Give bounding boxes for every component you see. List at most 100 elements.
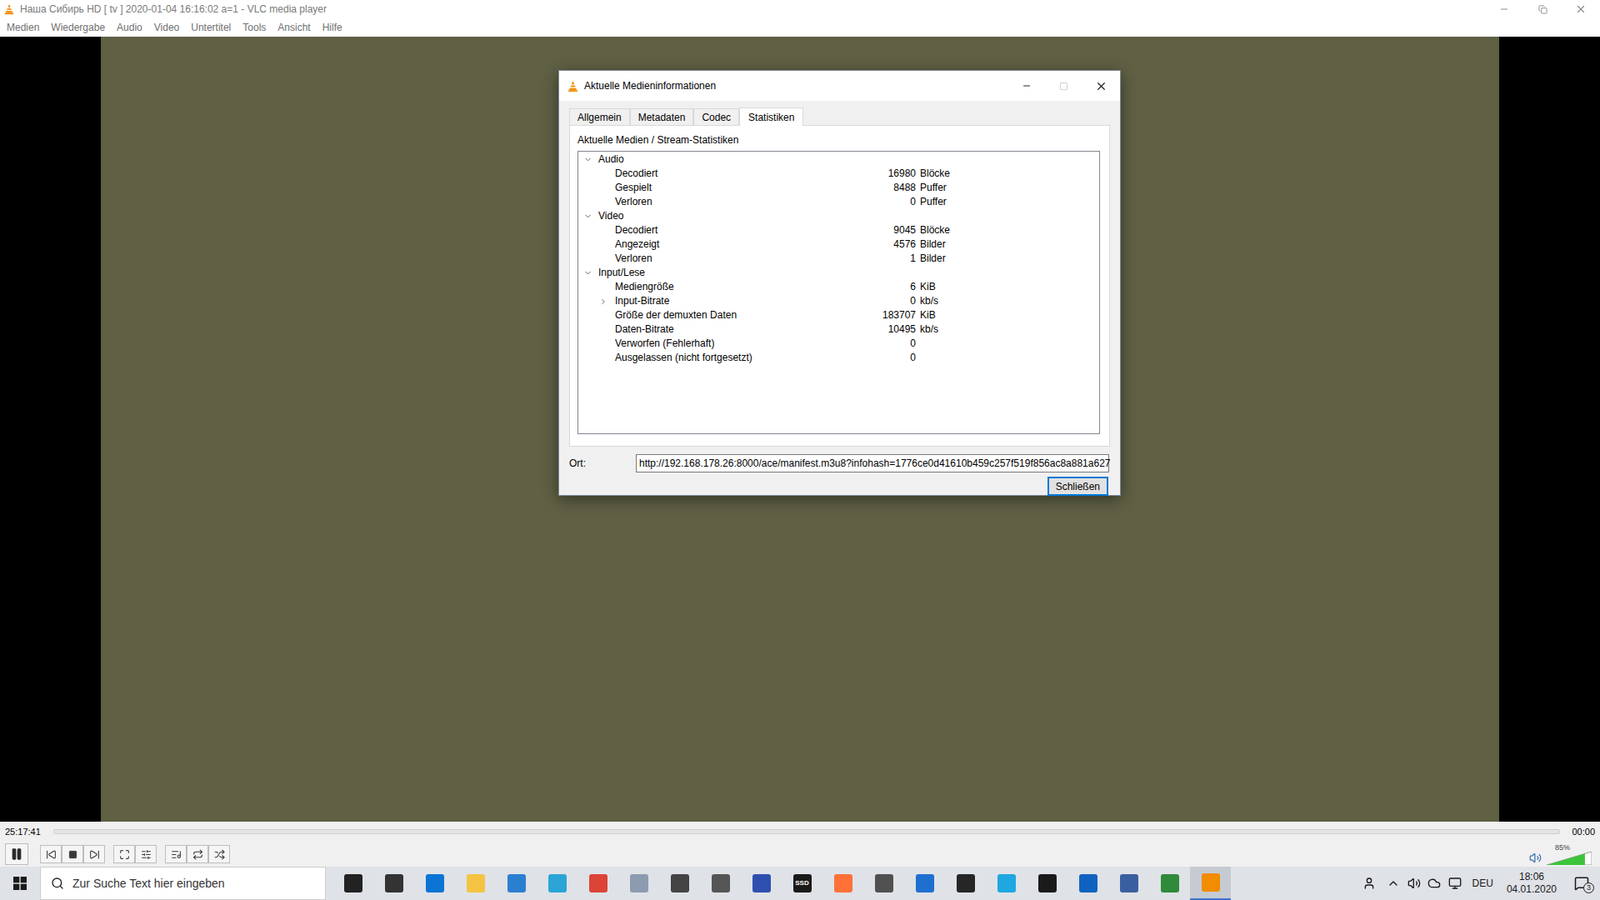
chevron-down-icon: [583, 155, 593, 165]
taskbar-app[interactable]: [740, 866, 782, 900]
previous-button[interactable]: [40, 845, 62, 864]
taskbar-app[interactable]: [455, 866, 496, 900]
seek-bar[interactable]: [53, 829, 1560, 835]
group-label: Video: [598, 209, 624, 224]
taskbar: Zur Suche Text hier eingeben SSD DEU18:060…: [0, 866, 1600, 900]
taskbar-app[interactable]: [659, 866, 700, 900]
restore-button[interactable]: [1523, 0, 1562, 19]
stat-label: Verworfen (Fehlerhaft): [615, 336, 865, 351]
fullscreen-button[interactable]: [113, 845, 135, 864]
taskbar-app[interactable]: [1067, 866, 1109, 900]
tab[interactable]: Statistiken: [739, 107, 804, 126]
volume-icon[interactable]: [1407, 876, 1421, 890]
taskbar-app[interactable]: [332, 866, 374, 900]
stat-value: 8488: [865, 180, 916, 195]
input-language[interactable]: DEU: [1465, 875, 1500, 891]
chevron-right-icon: [599, 297, 608, 306]
close-dialog-button[interactable]: Schließen: [1047, 476, 1109, 496]
menu-item[interactable]: Tools: [236, 20, 272, 35]
tab[interactable]: Codec: [693, 108, 740, 125]
menu-item[interactable]: Untertitel: [185, 20, 237, 35]
cloud-icon[interactable]: [1427, 876, 1441, 890]
loop-button[interactable]: [186, 845, 209, 864]
menu-item[interactable]: Wiedergabe: [45, 20, 111, 35]
close-button[interactable]: [1561, 0, 1600, 19]
clock[interactable]: 18:0604.01.2020: [1500, 870, 1564, 896]
taskbar-app[interactable]: [373, 866, 415, 900]
menu-item[interactable]: Video: [148, 20, 185, 35]
close-icon: [1095, 80, 1108, 93]
tab[interactable]: Allgemein: [569, 108, 630, 125]
location-field[interactable]: http://192.168.178.26:8000/ace/manifest.…: [635, 454, 1110, 473]
menu-item[interactable]: Audio: [110, 20, 149, 35]
stat-row: Decodiert9045Blöcke: [578, 223, 1100, 238]
stats-group: AudioDecodiert16980BlöckeGespielt8488Puf…: [578, 152, 1100, 210]
menu-item[interactable]: Medien: [0, 20, 45, 35]
menu-item[interactable]: Ansicht: [271, 20, 316, 35]
app-icon: [711, 874, 730, 893]
stat-label: Größe der demuxten Daten: [615, 308, 865, 323]
pause-icon: [10, 847, 24, 861]
taskbar-app[interactable]: [1149, 866, 1190, 900]
start-button[interactable]: [0, 866, 40, 900]
next-button[interactable]: [83, 845, 105, 864]
taskbar-app[interactable]: [1190, 866, 1231, 900]
search-box[interactable]: Zur Suche Text hier eingeben: [40, 866, 326, 900]
loop-icon: [192, 849, 204, 860]
taskbar-app[interactable]: SSD: [781, 866, 823, 900]
taskbar-app[interactable]: [904, 866, 945, 900]
people-icon[interactable]: [1362, 876, 1376, 890]
vlc-screen: Наша Сибирь HD [ tv ] 2020-01-04 16:16:0…: [0, 0, 1600, 900]
button-row: Schließen: [569, 476, 1110, 496]
random-button[interactable]: [208, 845, 230, 864]
app-icon: [589, 874, 608, 893]
tab[interactable]: Metadaten: [630, 108, 695, 125]
stat-row: Decodiert16980Blöcke: [578, 166, 1100, 181]
taskbar-app[interactable]: [495, 866, 537, 900]
taskbar-app[interactable]: [618, 866, 660, 900]
dialog-close-button[interactable]: [1082, 70, 1120, 101]
app-icon: [1038, 874, 1057, 893]
taskbar-app[interactable]: [577, 866, 619, 900]
taskbar-app[interactable]: [536, 866, 578, 900]
network-icon[interactable]: [1448, 876, 1462, 890]
taskbar-app[interactable]: [985, 866, 1027, 900]
taskbar-app[interactable]: [1026, 866, 1068, 900]
dialog-minimize-button[interactable]: [1007, 70, 1045, 101]
app-icon: [834, 874, 853, 893]
volume-control: 85%: [1529, 843, 1595, 865]
speaker-icon[interactable]: [1529, 851, 1542, 865]
stat-row: Verloren1Bilder: [578, 251, 1100, 266]
stat-unit: Bilder: [920, 251, 946, 266]
stat-label: Decodiert: [615, 223, 865, 238]
stat-unit: KiB: [920, 280, 936, 295]
minimize-button[interactable]: [1485, 0, 1524, 19]
group-expander[interactable]: [578, 211, 599, 221]
row-expander[interactable]: [599, 297, 608, 306]
taskbar-app[interactable]: [863, 866, 905, 900]
menu-item[interactable]: Hilfe: [316, 20, 349, 35]
taskbar-app[interactable]: [1108, 866, 1150, 900]
volume-slider[interactable]: [1546, 851, 1592, 865]
stat-label: Gespielt: [615, 180, 865, 195]
stop-button[interactable]: [61, 845, 84, 864]
dialog-title-bar: Aktuelle Medieninformationen: [559, 70, 1120, 101]
group-expander[interactable]: [578, 268, 599, 278]
playlist-button[interactable]: [165, 845, 187, 864]
taskbar-app[interactable]: [822, 866, 864, 900]
stat-value: 4576: [865, 237, 916, 252]
stat-row: Angezeigt4576Bilder: [578, 237, 1100, 252]
app-icon: [752, 874, 771, 893]
taskbar-app[interactable]: [945, 866, 986, 900]
notification-center[interactable]: 3: [1563, 866, 1600, 900]
taskbar-app[interactable]: [414, 866, 455, 900]
extended-settings-button[interactable]: [135, 845, 157, 864]
play-pause-button[interactable]: [5, 843, 29, 865]
stat-value: 0: [865, 350, 916, 365]
playlist-icon: [170, 849, 182, 860]
stat-unit: kb/s: [920, 322, 939, 337]
stat-label: Decodiert: [615, 166, 865, 181]
tray-expand-icon[interactable]: [1386, 876, 1400, 890]
taskbar-app[interactable]: [700, 866, 741, 900]
group-expander[interactable]: [578, 155, 599, 165]
